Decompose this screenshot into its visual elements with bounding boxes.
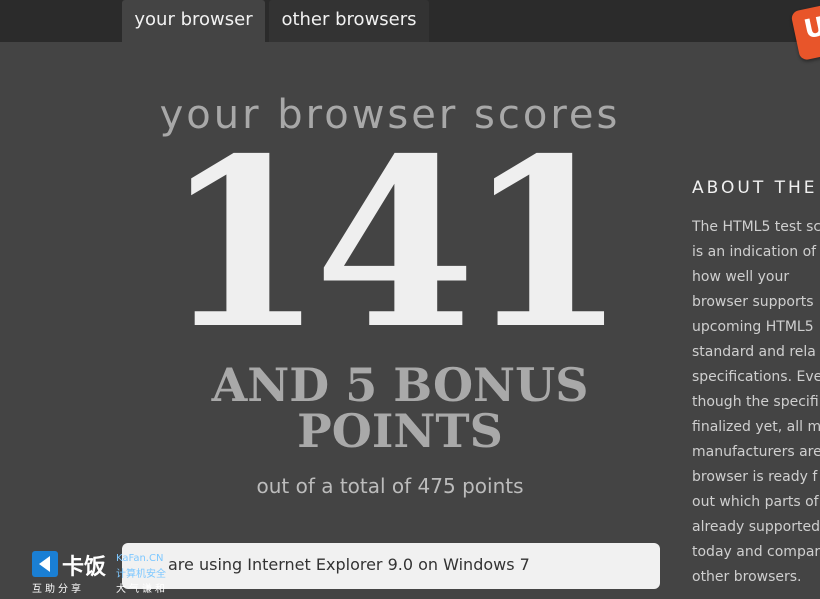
about-line: standard and rela: [692, 344, 816, 360]
top-navigation-bar: your browser other browsers: [0, 0, 820, 42]
about-line: though the specifi: [692, 394, 819, 410]
browser-info-text: are using Internet Explorer 9.0 on Windo…: [168, 555, 530, 574]
tab-your-browser[interactable]: your browser: [122, 0, 265, 42]
about-line: out which parts of: [692, 494, 819, 510]
watermark-k-icon: [32, 551, 58, 577]
bonus-points-text: AND 5 BONUS POINTS: [120, 362, 680, 454]
badge-letter: U: [801, 11, 820, 46]
about-line: other browsers.: [692, 569, 802, 585]
bonus-line-2: POINTS: [297, 404, 503, 458]
about-line: finalized yet, all m: [692, 419, 820, 435]
watermark-site-sub: 计算机安全: [116, 569, 166, 580]
watermark-tagline-2: 大气谦和: [116, 584, 168, 595]
watermark-tagline-1: 互助分享: [32, 584, 84, 595]
watermark-name: 卡饭: [62, 555, 107, 580]
tab-other-browsers[interactable]: other browsers: [269, 0, 429, 42]
total-points-text: out of a total of 475 points: [256, 474, 524, 498]
watermark-logo: 卡饭 KaFan.CN 计算机安全 互助分享 大气谦和: [32, 551, 182, 595]
about-paragraph: The HTML5 test sc is an indication of ho…: [692, 215, 820, 590]
watermark-site: KaFan.CN: [116, 553, 164, 564]
about-line: browser is ready f: [692, 469, 818, 485]
bonus-line-1: AND 5 BONUS: [211, 358, 589, 412]
about-line: upcoming HTML5: [692, 319, 814, 335]
browser-info-box: are using Internet Explorer 9.0 on Windo…: [122, 543, 660, 589]
about-line: The HTML5 test sc: [692, 219, 820, 235]
about-line: already supported: [692, 519, 820, 535]
about-line: specifications. Eve: [692, 369, 820, 385]
about-line: browser supports: [692, 294, 814, 310]
about-line: how well your: [692, 269, 790, 285]
score-number: 141: [162, 107, 627, 380]
about-heading: ABOUT THE: [692, 178, 818, 198]
about-line: is an indication of: [692, 244, 817, 260]
about-line: today and compar: [692, 544, 820, 560]
about-line: manufacturers are: [692, 444, 820, 460]
